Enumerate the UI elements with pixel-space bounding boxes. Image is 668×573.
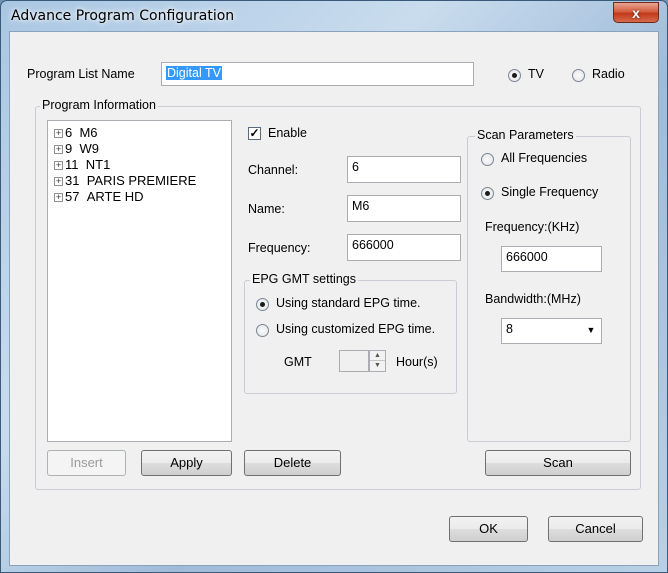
program-name: ARTE HD bbox=[86, 189, 144, 204]
gmt-spinner[interactable]: ▲ ▼ bbox=[369, 350, 386, 372]
program-list-name-label: Program List Name bbox=[27, 67, 135, 81]
insert-button[interactable]: Insert bbox=[47, 450, 126, 476]
standard-epg-label: Using standard EPG time. bbox=[276, 296, 421, 310]
scan-frequency-label: Frequency:(KHz) bbox=[485, 220, 580, 234]
tree-item[interactable]: +11 NT1 bbox=[54, 157, 110, 172]
all-frequencies-radio[interactable] bbox=[481, 153, 494, 166]
spin-up-icon[interactable]: ▲ bbox=[370, 351, 385, 361]
radio-type-radio[interactable] bbox=[572, 69, 585, 82]
expand-icon[interactable]: + bbox=[54, 145, 63, 154]
bandwidth-value: 8 bbox=[506, 322, 513, 336]
channel-label: Channel: bbox=[248, 163, 299, 177]
program-tree[interactable]: +6 M6 +9 W9 +11 NT1 +31 PARIS PREMIERE +… bbox=[47, 120, 232, 442]
tree-item[interactable]: +6 M6 bbox=[54, 125, 98, 140]
tree-item[interactable]: +31 PARIS PREMIERE bbox=[54, 173, 196, 188]
program-name: M6 bbox=[79, 125, 98, 140]
scan-parameters-group bbox=[467, 136, 631, 442]
program-number: 9 bbox=[65, 141, 73, 156]
dialog-window: Advance Program Configuration x Program … bbox=[0, 0, 668, 573]
program-name: PARIS PREMIERE bbox=[86, 173, 197, 188]
tree-item[interactable]: +9 W9 bbox=[54, 141, 99, 156]
tv-radio-label: TV bbox=[528, 67, 544, 81]
single-frequency-label: Single Frequency bbox=[501, 185, 599, 199]
gmt-label: GMT bbox=[284, 355, 312, 369]
channel-input[interactable]: 6 bbox=[347, 156, 461, 183]
standard-epg-radio[interactable] bbox=[256, 298, 269, 311]
radio-type-label: Radio bbox=[592, 67, 625, 81]
cancel-button[interactable]: Cancel bbox=[548, 516, 643, 542]
scan-parameters-title: Scan Parameters bbox=[475, 128, 576, 142]
customized-epg-label: Using customized EPG time. bbox=[276, 322, 436, 336]
dialog-client-area: Program List Name Digital TV TV Radio Pr… bbox=[9, 31, 659, 566]
all-frequencies-label: All Frequencies bbox=[501, 151, 588, 165]
bandwidth-label: Bandwidth:(MHz) bbox=[485, 292, 581, 306]
tv-radio[interactable] bbox=[508, 69, 521, 82]
window-title: Advance Program Configuration bbox=[11, 8, 235, 24]
expand-icon[interactable]: + bbox=[54, 129, 63, 138]
spin-down-icon[interactable]: ▼ bbox=[370, 361, 385, 371]
enable-checkbox[interactable]: ✓ bbox=[248, 127, 261, 140]
name-input[interactable]: M6 bbox=[347, 195, 461, 222]
gmt-input[interactable] bbox=[339, 350, 369, 372]
program-information-title: Program Information bbox=[40, 98, 158, 112]
expand-icon[interactable]: + bbox=[54, 193, 63, 202]
program-number: 57 bbox=[65, 189, 80, 204]
program-name: W9 bbox=[79, 141, 99, 156]
close-button[interactable]: x bbox=[613, 2, 659, 23]
expand-icon[interactable]: + bbox=[54, 161, 63, 170]
scan-frequency-input[interactable]: 666000 bbox=[501, 246, 602, 272]
apply-button[interactable]: Apply bbox=[141, 450, 232, 476]
single-frequency-radio[interactable] bbox=[481, 187, 494, 200]
frequency-input[interactable]: 666000 bbox=[347, 234, 461, 261]
bandwidth-select[interactable]: 8 ▼ bbox=[501, 318, 602, 344]
expand-icon[interactable]: + bbox=[54, 177, 63, 186]
program-number: 31 bbox=[65, 173, 80, 188]
hours-label: Hour(s) bbox=[396, 355, 438, 369]
enable-label: Enable bbox=[268, 126, 307, 140]
ok-button[interactable]: OK bbox=[449, 516, 528, 542]
program-number: 11 bbox=[65, 157, 79, 172]
title-bar[interactable]: Advance Program Configuration x bbox=[1, 1, 667, 31]
program-name: NT1 bbox=[85, 157, 111, 172]
program-number: 6 bbox=[65, 125, 73, 140]
scan-button[interactable]: Scan bbox=[485, 450, 631, 476]
program-list-name-value: Digital TV bbox=[166, 66, 222, 80]
close-icon: x bbox=[632, 4, 640, 21]
program-list-name-input[interactable]: Digital TV bbox=[161, 62, 474, 86]
frequency-label: Frequency: bbox=[248, 241, 311, 255]
name-label: Name: bbox=[248, 202, 285, 216]
tree-item[interactable]: +57 ARTE HD bbox=[54, 189, 144, 204]
customized-epg-radio[interactable] bbox=[256, 324, 269, 337]
epg-gmt-title: EPG GMT settings bbox=[250, 272, 358, 286]
dropdown-arrow-icon[interactable]: ▼ bbox=[583, 321, 599, 339]
delete-button[interactable]: Delete bbox=[244, 450, 341, 476]
